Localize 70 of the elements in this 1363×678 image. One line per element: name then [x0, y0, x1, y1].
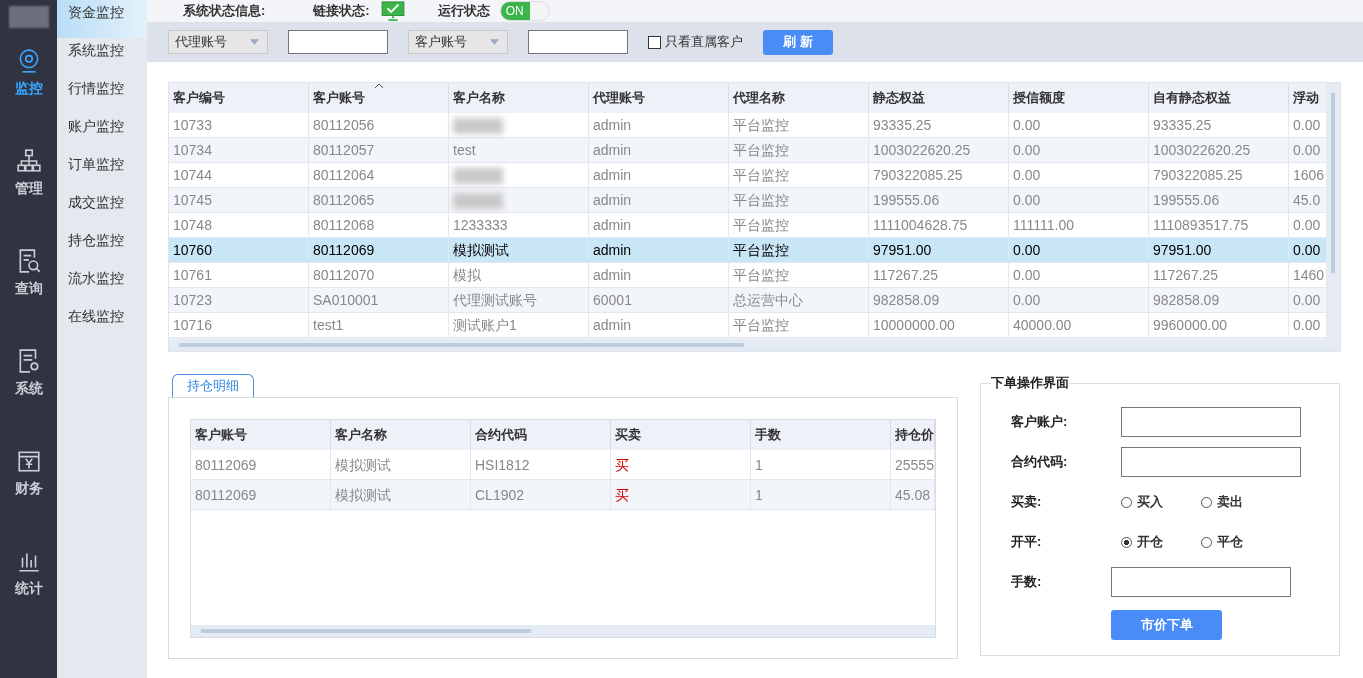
- table-cell: 测试账户1: [449, 313, 589, 338]
- table-cell: 9960000.00: [1149, 313, 1289, 338]
- form-label: 买卖:: [1011, 493, 1043, 511]
- table-cell: 买: [611, 480, 751, 510]
- form-label: 手数:: [1011, 573, 1043, 591]
- table-cell: 1: [751, 480, 891, 510]
- hierarchy-icon: [15, 148, 42, 174]
- caret-icon: [250, 39, 259, 45]
- menu-item[interactable]: 账户监控: [57, 114, 147, 152]
- table-row[interactable]: 10760 80112069 模拟测试 admin 平台监控 97951.00 0.00 97951.00 0.00: [169, 238, 1326, 263]
- radio-button[interactable]: [1121, 536, 1132, 548]
- nav-item[interactable]: 监控: [0, 48, 57, 148]
- input-field[interactable]: [1111, 567, 1291, 597]
- radio-label: 卖出: [1217, 493, 1243, 511]
- table-row[interactable]: 10733 80112056 admin 平台监控 93335.25 0.00 93335.25 0.00: [169, 113, 1326, 138]
- form-label: 合约代码:: [1011, 453, 1069, 471]
- radio-label: 开仓: [1137, 533, 1163, 551]
- table-row[interactable]: 10761 80112070 模拟 admin 平台监控 117267.25 0.00 117267.25 1460: [169, 263, 1326, 288]
- status-title: 系统状态信息:: [183, 2, 266, 20]
- table-cell: 80112069: [191, 480, 331, 510]
- customer-account-select[interactable]: 客户账号: [408, 30, 508, 54]
- table-cell: 45.08: [891, 480, 935, 510]
- nav-item[interactable]: 查询: [0, 248, 57, 348]
- link-status-label: 链接状态:: [313, 2, 370, 20]
- table-cell: CL1902: [471, 480, 611, 510]
- radio-label: 买入: [1137, 493, 1163, 511]
- menu-item[interactable]: 成交监控: [57, 190, 147, 228]
- nav-item[interactable]: 管理: [0, 148, 57, 248]
- form-label: 开平:: [1011, 533, 1043, 551]
- table-cell: 10000000.00: [869, 313, 1009, 338]
- nav-item[interactable]: 统计: [0, 548, 57, 648]
- checkbox-label: 只看直属客户: [665, 33, 743, 51]
- vertical-scrollbar[interactable]: [1326, 83, 1340, 351]
- input-field[interactable]: [1121, 447, 1301, 477]
- table-cell: 模拟测试: [331, 480, 471, 510]
- run-status-label: 运行状态: [437, 2, 490, 20]
- table-cell: test1: [309, 313, 449, 338]
- horizontal-scrollbar[interactable]: [169, 339, 1326, 351]
- table-row[interactable]: 10716 test1 测试账户1 admin 平台监控 10000000.00 40000.00 9960000.00 0.00: [169, 313, 1326, 338]
- logo-placeholder: [8, 6, 49, 28]
- menu-item[interactable]: 订单监控: [57, 152, 147, 190]
- agent-account-input[interactable]: [288, 30, 388, 54]
- radio-label: 平仓: [1217, 533, 1243, 551]
- radio-button[interactable]: [1121, 496, 1132, 508]
- input-field[interactable]: [1121, 407, 1301, 437]
- table-cell: admin: [589, 313, 729, 338]
- menu-item[interactable]: 在线监控: [57, 304, 147, 342]
- customer-account-input[interactable]: [528, 30, 628, 54]
- menu-item[interactable]: 资金监控: [57, 0, 147, 38]
- table-cell: 40000.00: [1009, 313, 1149, 338]
- tab[interactable]: 持仓明细: [172, 374, 254, 397]
- nav-item[interactable]: 系统: [0, 348, 57, 448]
- radio-button[interactable]: [1201, 536, 1212, 548]
- caret-icon: [490, 39, 499, 45]
- menu-item[interactable]: 流水监控: [57, 266, 147, 304]
- menu-item[interactable]: 行情监控: [57, 76, 147, 114]
- sort-caret-icon: [373, 83, 384, 89]
- table-row[interactable]: 10748 80112068 1233333 admin 平台监控 1111004628.75 111111.00 1110893517.75 0.00: [169, 213, 1326, 238]
- table-row[interactable]: 10744 80112064 admin 平台监控 790322085.25 0.00 790322085.25 1606: [169, 163, 1326, 188]
- table-cell: 10716: [169, 313, 309, 338]
- form-label: 客户账户:: [1011, 413, 1069, 431]
- table-cell: 平台监控: [729, 313, 869, 338]
- nav-item[interactable]: 财务: [0, 448, 57, 548]
- panel-title: 下单操作界面: [991, 374, 1069, 392]
- checkbox[interactable]: [648, 35, 661, 49]
- menu-item[interactable]: 系统监控: [57, 38, 147, 76]
- horizontal-scrollbar[interactable]: [191, 625, 935, 637]
- radio-button[interactable]: [1201, 496, 1212, 508]
- menu-item[interactable]: 持仓监控: [57, 228, 147, 266]
- agent-account-select[interactable]: 代理账号: [168, 30, 268, 54]
